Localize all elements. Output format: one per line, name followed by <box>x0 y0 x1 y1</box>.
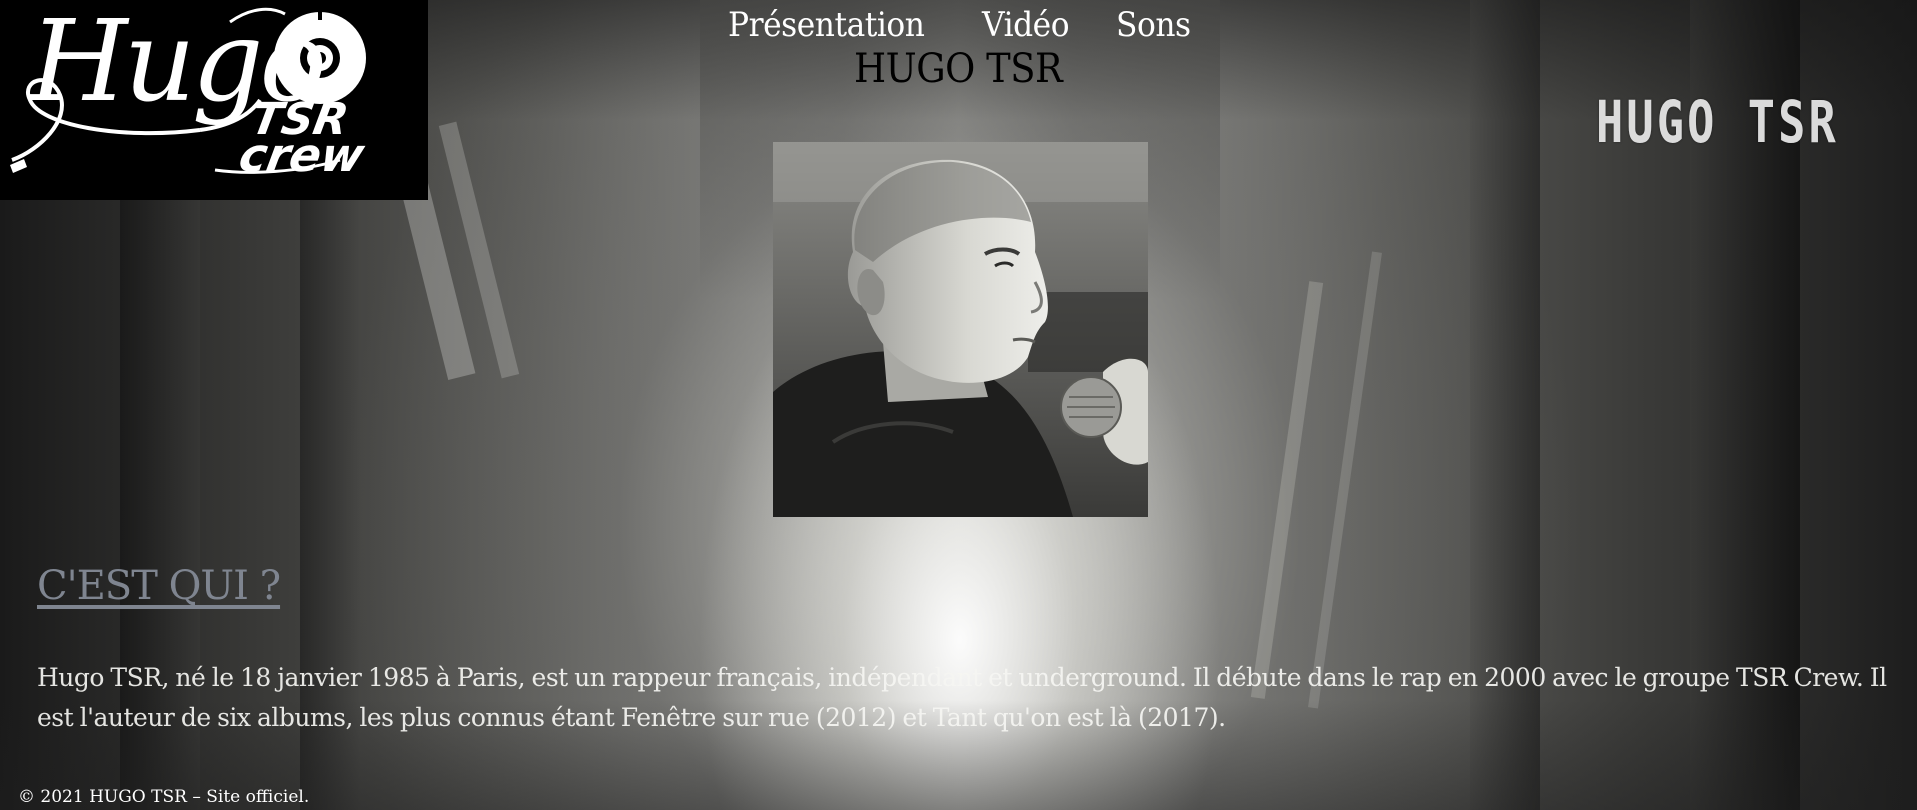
portrait-illustration <box>773 142 1148 517</box>
bio-paragraph: Hugo TSR, né le 18 janvier 1985 à Paris,… <box>37 663 1887 732</box>
nav-link-video[interactable]: Vidéo <box>982 2 1070 48</box>
main-nav: Présentation Vidéo Sons <box>728 2 1197 48</box>
footer-copyright: © 2021 HUGO TSR – Site officiel. <box>18 787 310 807</box>
logo-crew: crew <box>235 128 369 182</box>
page-title-text: HUGO TSR <box>854 46 1063 92</box>
nav-link-sons[interactable]: Sons <box>1116 2 1191 48</box>
background-rail <box>1250 281 1324 699</box>
background-rail <box>1308 251 1382 709</box>
background-watermark: HUGO TSR <box>1596 88 1839 156</box>
nav-link-presentation[interactable]: Présentation <box>728 2 925 48</box>
artist-portrait <box>773 142 1148 517</box>
site-logo[interactable]: Hugo TSR crew <box>0 0 428 200</box>
page-title: HUGO TSR <box>0 46 1917 92</box>
section-heading-link[interactable]: C'EST QUI ? <box>37 558 281 614</box>
